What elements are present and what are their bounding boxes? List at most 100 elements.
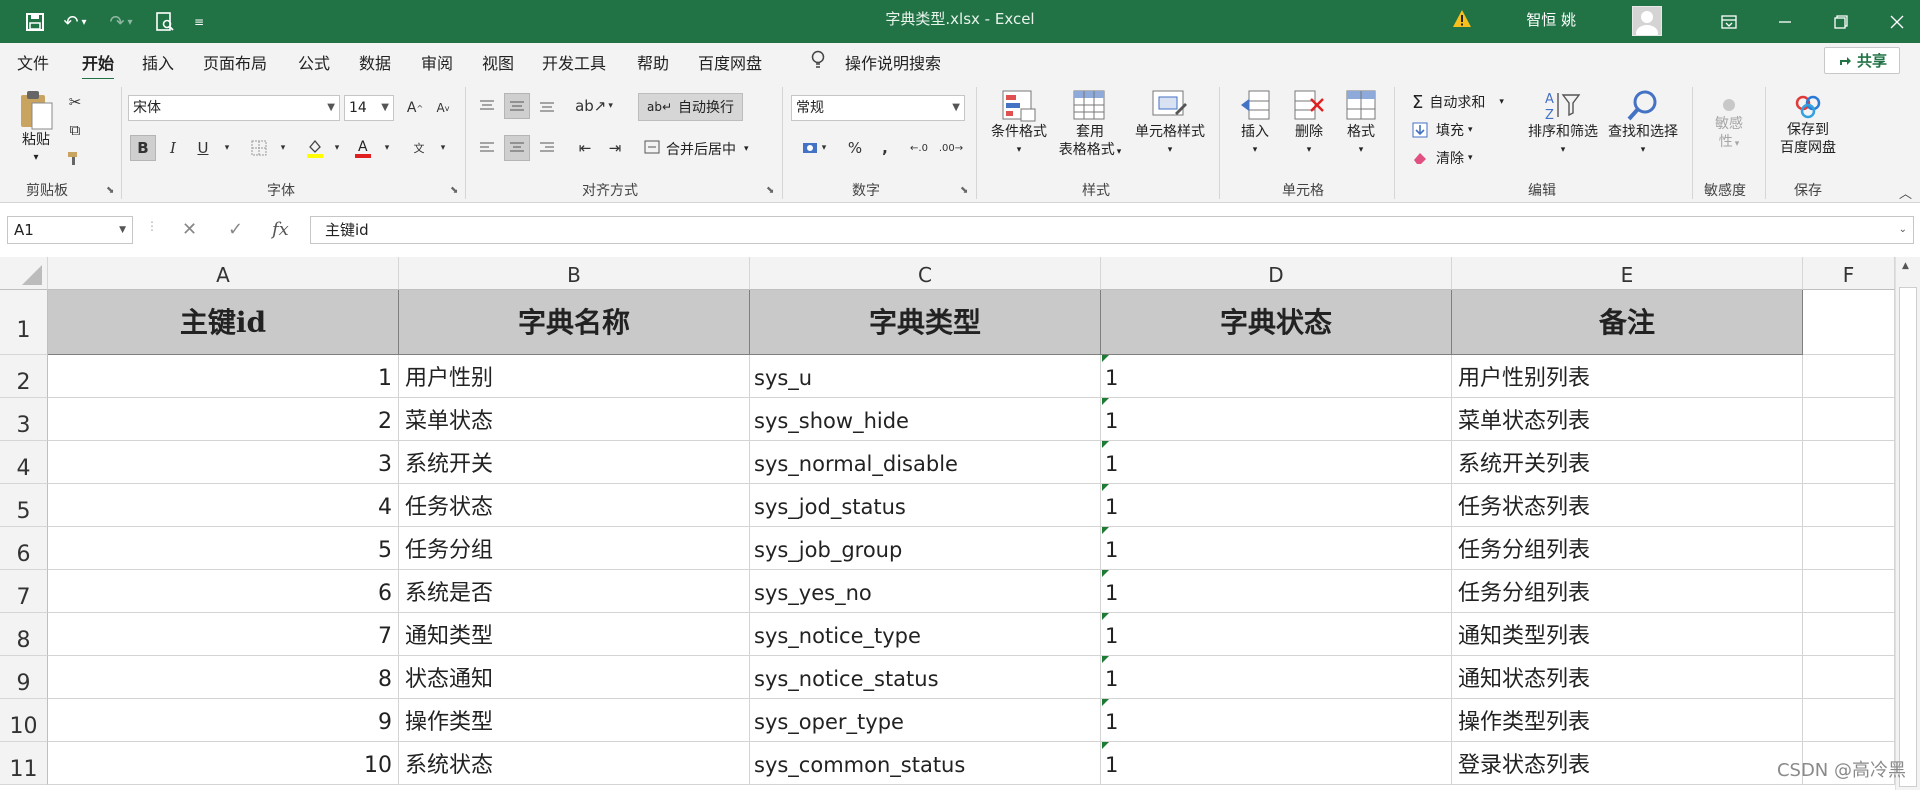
borders-icon[interactable] — [246, 135, 272, 161]
table-cell[interactable] — [1803, 613, 1895, 656]
tab-formulas[interactable]: 公式 — [298, 50, 330, 74]
decrease-decimal-icon[interactable]: .00→ — [938, 135, 964, 161]
name-box-dropdown-icon[interactable]: ▼ — [119, 217, 126, 243]
cut-icon[interactable]: ✂ — [62, 89, 88, 115]
table-cell[interactable]: 任务状态 — [399, 484, 750, 527]
tab-baidu[interactable]: 百度网盘 — [698, 50, 762, 74]
borders-dropdown-icon[interactable]: ▾ — [270, 135, 296, 161]
table-cell[interactable]: 9 — [48, 699, 399, 742]
column-header-a[interactable]: A — [48, 257, 399, 290]
tab-help[interactable]: 帮助 — [637, 50, 669, 74]
table-cell[interactable]: sys_jod_status — [750, 484, 1101, 527]
clear-button[interactable]: 清除 ▾ — [1412, 145, 1473, 171]
decrease-font-icon[interactable]: Av — [430, 95, 456, 121]
table-cell[interactable]: 任务分组 — [399, 527, 750, 570]
table-cell[interactable]: 状态通知 — [399, 656, 750, 699]
table-cell[interactable]: 通知类型列表 — [1452, 613, 1803, 656]
table-cell[interactable]: 4 — [48, 484, 399, 527]
table-cell[interactable]: 1 — [1101, 699, 1452, 742]
paste-button[interactable]: 粘贴 ▾ — [14, 89, 58, 167]
undo-icon[interactable]: ↶ ▾ — [58, 9, 92, 35]
table-cell[interactable]: sys_yes_no — [750, 570, 1101, 613]
table-cell[interactable] — [1803, 398, 1895, 441]
table-cell[interactable]: sys_normal_disable — [750, 441, 1101, 484]
cell-styles-button[interactable]: 单元格样式 ▾ — [1130, 89, 1210, 159]
table-cell[interactable]: 用户性别列表 — [1452, 355, 1803, 398]
table-cell[interactable]: sys_notice_type — [750, 613, 1101, 656]
font-size-select[interactable]: 14 ▼ — [344, 95, 394, 121]
align-bottom-icon[interactable] — [534, 93, 560, 119]
increase-indent-icon[interactable]: ⇥ — [602, 135, 628, 161]
merge-center-button[interactable]: 合并后居中 ▾ — [644, 135, 749, 163]
header-cell-a[interactable]: 主键id — [48, 290, 399, 355]
clipboard-launcher-icon[interactable]: ⬊ — [106, 185, 114, 196]
tell-me-icon[interactable] — [810, 50, 826, 71]
cancel-entry-icon[interactable]: ✕ — [182, 219, 197, 240]
tell-me-search[interactable]: 操作说明搜索 — [845, 50, 941, 74]
table-cell[interactable]: 1 — [1101, 484, 1452, 527]
table-cell[interactable]: 1 — [1101, 570, 1452, 613]
increase-decimal-icon[interactable]: ←.0 — [906, 135, 932, 161]
row-header-9[interactable]: 9 — [0, 656, 48, 699]
table-cell[interactable]: sys_common_status — [750, 742, 1101, 785]
table-cell[interactable]: 1 — [48, 355, 399, 398]
sensitivity-button[interactable]: 敏感 性 ▾ — [1706, 95, 1752, 153]
table-cell[interactable]: sys_oper_type — [750, 699, 1101, 742]
number-launcher-icon[interactable]: ⬊ — [960, 185, 968, 196]
table-cell[interactable] — [1803, 484, 1895, 527]
insert-function-icon[interactable]: fx — [272, 219, 289, 240]
name-box[interactable]: A1 ▼ — [7, 216, 133, 244]
table-cell[interactable]: 1 — [1101, 656, 1452, 699]
table-cell[interactable]: 1 — [1101, 355, 1452, 398]
save-to-baidu-button[interactable]: 保存到 百度网盘 — [1772, 93, 1844, 157]
table-cell[interactable]: 1 — [1101, 398, 1452, 441]
row-header-5[interactable]: 5 — [0, 484, 48, 527]
warning-icon[interactable] — [1452, 9, 1472, 29]
table-cell[interactable]: 系统开关 — [399, 441, 750, 484]
align-middle-icon[interactable] — [504, 93, 530, 119]
italic-button[interactable]: I — [160, 135, 186, 161]
vertical-scrollbar[interactable]: ▲ — [1895, 257, 1920, 790]
underline-dropdown-icon[interactable]: ▾ — [214, 135, 240, 161]
customize-qat-icon[interactable]: ≡ — [190, 9, 208, 35]
font-name-select[interactable]: 宋体 ▼ — [128, 95, 340, 121]
table-cell[interactable]: 1 — [1101, 742, 1452, 785]
table-cell[interactable]: 用户性别 — [399, 355, 750, 398]
row-header-3[interactable]: 3 — [0, 398, 48, 441]
row-header-6[interactable]: 6 — [0, 527, 48, 570]
tab-insert[interactable]: 插入 — [142, 50, 174, 74]
print-preview-icon[interactable] — [152, 9, 178, 35]
phonetic-icon[interactable]: 文 — [406, 135, 432, 161]
table-cell[interactable] — [1803, 355, 1895, 398]
table-cell[interactable] — [1803, 699, 1895, 742]
align-right-icon[interactable] — [534, 135, 560, 161]
close-icon[interactable] — [1874, 0, 1920, 43]
table-cell[interactable]: 3 — [48, 441, 399, 484]
comma-style-icon[interactable]: , — [872, 135, 898, 161]
tab-review[interactable]: 审阅 — [421, 50, 453, 74]
table-cell[interactable]: 7 — [48, 613, 399, 656]
find-select-button[interactable]: 查找和选择 ▾ — [1604, 89, 1682, 159]
format-cells-button[interactable]: 格式 ▾ — [1338, 89, 1384, 159]
expand-formula-icon[interactable]: ⌄ — [1899, 217, 1907, 243]
font-launcher-icon[interactable]: ⬊ — [450, 185, 458, 196]
column-header-c[interactable]: C — [750, 257, 1101, 290]
header-cell-d[interactable]: 字典状态 — [1101, 290, 1452, 355]
table-cell[interactable]: 2 — [48, 398, 399, 441]
formula-input[interactable]: 主键id ⌄ — [310, 216, 1914, 244]
table-cell[interactable]: 菜单状态 — [399, 398, 750, 441]
fill-button[interactable]: 填充 ▾ — [1412, 117, 1473, 143]
table-cell[interactable]: sys_notice_status — [750, 656, 1101, 699]
copy-icon[interactable]: ⧉ — [62, 117, 88, 143]
table-cell[interactable]: sys_u — [750, 355, 1101, 398]
wrap-text-button[interactable]: ab↵ 自动换行 — [638, 93, 744, 121]
collapse-ribbon-icon[interactable]: ︿ — [1899, 183, 1912, 202]
share-button[interactable]: 共享 — [1824, 47, 1900, 74]
table-cell[interactable]: 1 — [1101, 441, 1452, 484]
table-cell[interactable]: 任务分组列表 — [1452, 570, 1803, 613]
align-center-icon[interactable] — [504, 135, 530, 161]
phonetic-dropdown-icon[interactable]: ▾ — [430, 135, 456, 161]
table-cell[interactable]: sys_job_group — [750, 527, 1101, 570]
redo-icon[interactable]: ↷ ▾ — [104, 9, 138, 35]
increase-font-icon[interactable]: A ^ — [402, 95, 428, 121]
